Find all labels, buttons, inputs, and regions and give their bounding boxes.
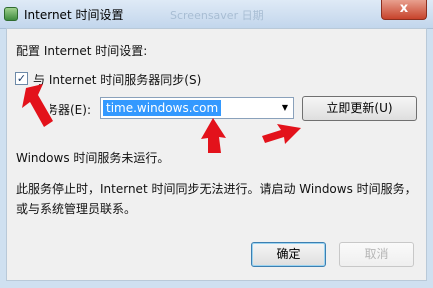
arrow-to-checkbox-icon bbox=[22, 84, 53, 127]
annotation-arrows bbox=[22, 84, 301, 153]
arrow-to-server-field-icon bbox=[201, 118, 226, 153]
arrow-to-update-button-icon bbox=[262, 124, 301, 144]
